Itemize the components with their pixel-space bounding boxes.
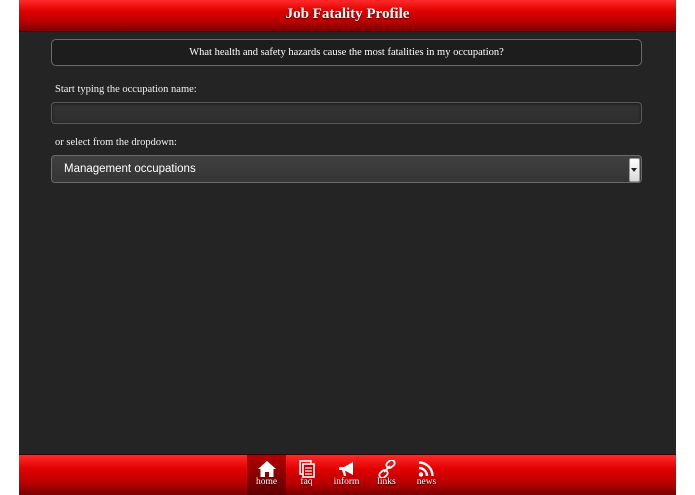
nav-item-news[interactable]: news [407, 455, 446, 495]
question-text: What health and safety hazards cause the… [189, 47, 504, 58]
document-icon [299, 460, 315, 478]
nav-item-faq[interactable]: faq [287, 455, 326, 495]
occupation-search-label: Start typing the occupation name: [55, 84, 197, 95]
home-icon [258, 461, 276, 477]
footer-nav-bar: home faq inform links news [19, 454, 676, 495]
nav-item-inform[interactable]: inform [327, 455, 366, 495]
megaphone-icon [339, 462, 353, 476]
page-title: Job Fatality Profile [285, 6, 410, 22]
dropdown-arrow-icon[interactable] [629, 158, 640, 182]
question-banner: What health and safety hazards cause the… [51, 39, 642, 66]
occupation-dropdown-label: or select from the dropdown: [55, 137, 177, 148]
nav-label-inform: inform [333, 477, 360, 487]
occupation-dropdown-value: Management occupations [64, 163, 196, 175]
nav-label-news: news [416, 477, 437, 487]
app-container: Job Fatality Profile What health and saf… [19, 0, 676, 495]
header-bar: Job Fatality Profile [19, 0, 676, 32]
rss-icon [418, 461, 434, 477]
occupation-dropdown[interactable]: Management occupations [51, 155, 642, 183]
nav-label-home: home [255, 477, 278, 487]
nav-label-faq: faq [300, 477, 313, 487]
bottom-nav: home faq inform links news [247, 455, 447, 495]
link-icon [378, 460, 396, 478]
nav-item-home[interactable]: home [247, 455, 286, 495]
nav-label-links: links [377, 477, 396, 487]
occupation-search-input[interactable] [51, 102, 642, 124]
nav-item-links[interactable]: links [367, 455, 406, 495]
